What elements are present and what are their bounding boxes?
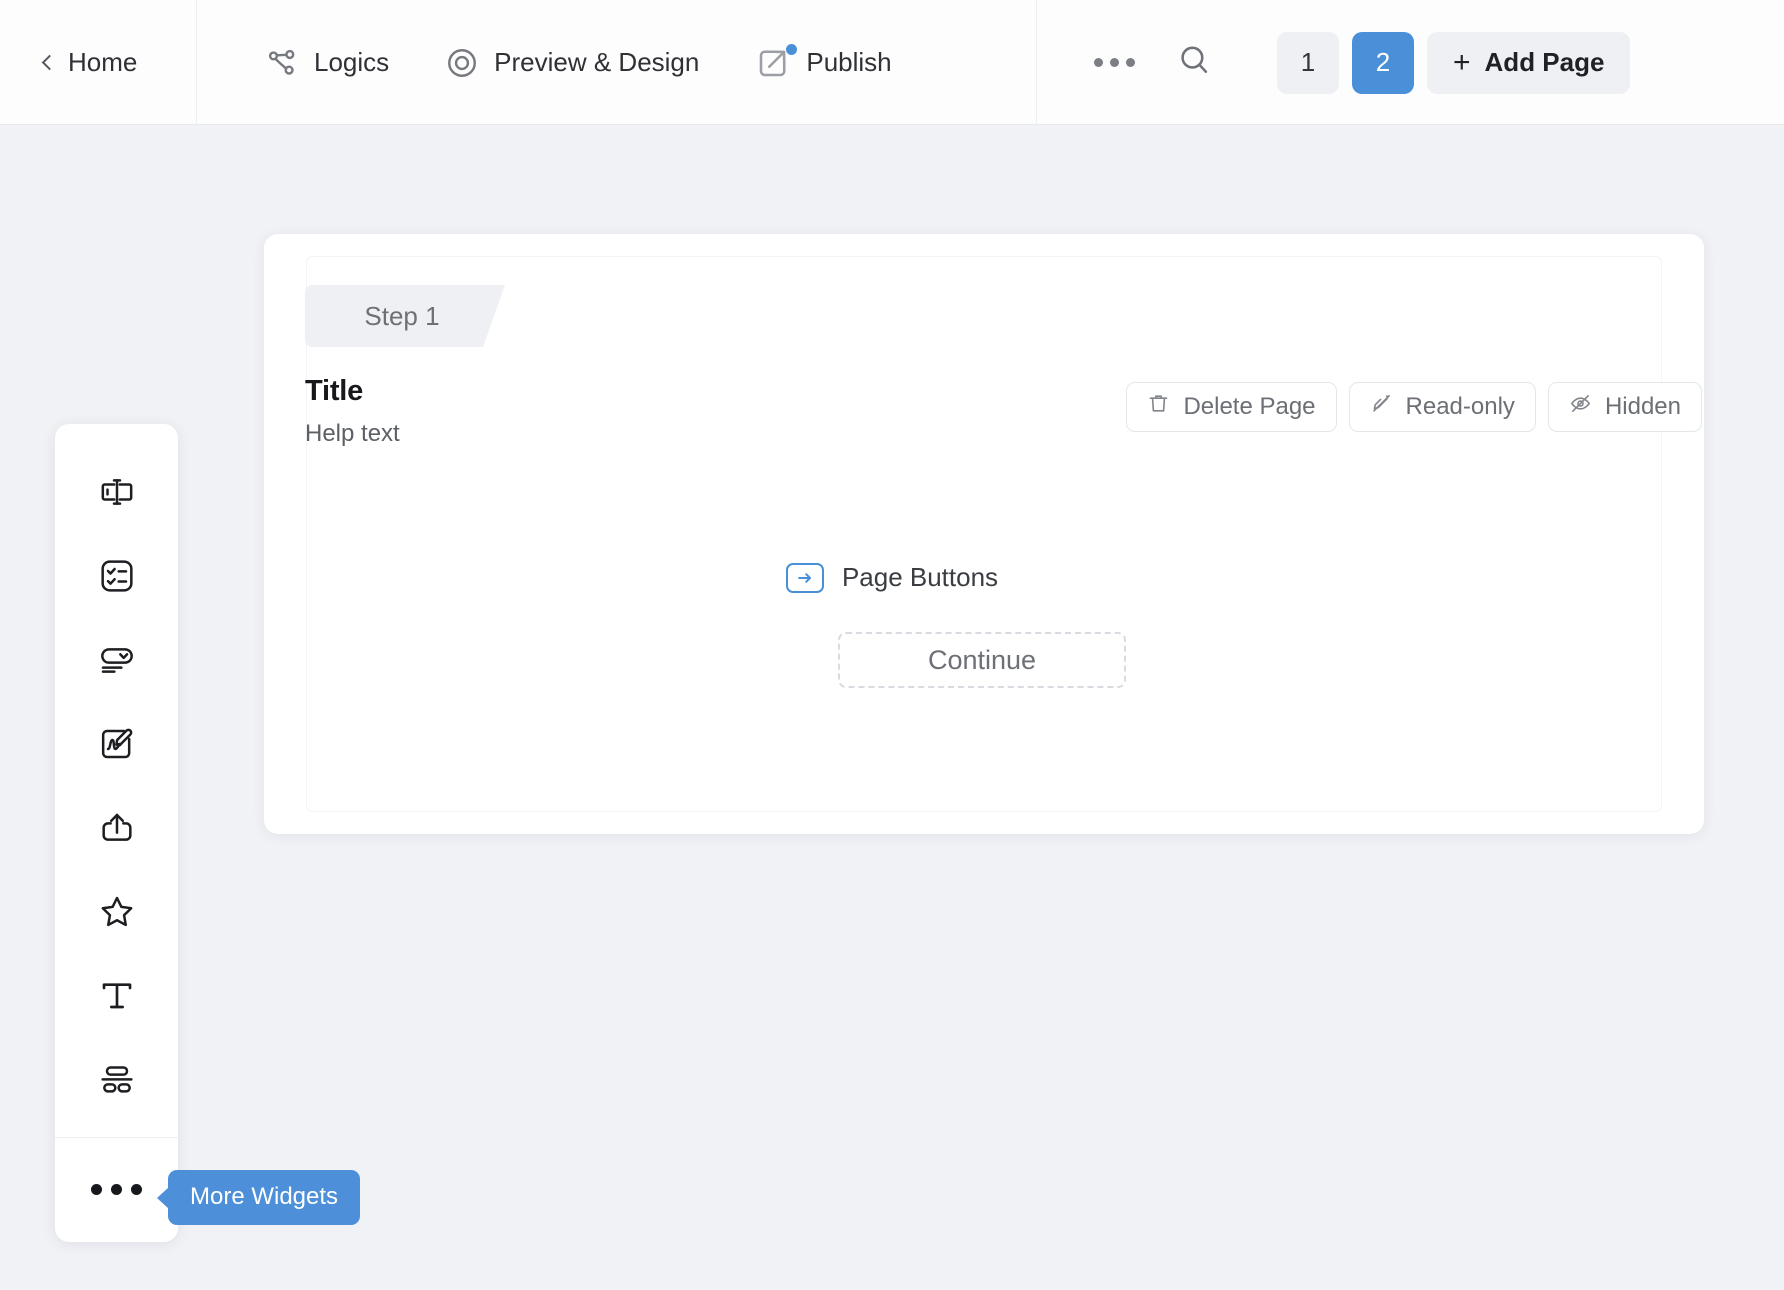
page-tab-2[interactable]: 2 <box>1352 31 1414 94</box>
delete-page-label: Delete Page <box>1183 393 1316 420</box>
page-canvas-inner <box>306 256 1662 812</box>
eye-off-icon <box>1569 392 1592 422</box>
add-page-label: Add Page <box>1484 47 1605 77</box>
widget-text-block[interactable] <box>55 956 178 1040</box>
step-badge[interactable]: Step 1 <box>305 285 505 347</box>
home-button[interactable]: Home <box>41 47 138 78</box>
widget-star-rating[interactable] <box>55 872 178 956</box>
signature-icon <box>97 724 137 769</box>
primary-nav: Logics Preview & Design Publish <box>197 0 1036 125</box>
layout-icon <box>97 1060 137 1105</box>
page-title[interactable]: Title <box>305 375 400 408</box>
search-icon <box>1175 41 1213 84</box>
home-zone: Home <box>0 0 196 125</box>
widget-signature[interactable] <box>55 704 178 788</box>
trash-icon <box>1147 392 1170 422</box>
page-title-block: Title Help text <box>305 375 400 448</box>
more-widgets-tooltip: More Widgets <box>168 1170 361 1225</box>
pen-off-icon <box>1370 392 1393 422</box>
more-horizontal-icon <box>91 1184 142 1196</box>
publish-notification-dot <box>786 43 798 55</box>
header-actions: 1 2 + Add Page <box>1037 0 1784 125</box>
nav-label-preview-design: Preview & Design <box>494 47 700 77</box>
chevron-left-icon <box>41 54 58 70</box>
text-input-icon <box>97 472 137 517</box>
widget-sidebar <box>55 424 178 1242</box>
nav-label-logics: Logics <box>314 47 390 77</box>
page-tab-1[interactable]: 1 <box>1277 31 1339 94</box>
plus-icon: + <box>1453 45 1471 79</box>
widget-layout[interactable] <box>55 1040 178 1124</box>
page-buttons-label-row: Page Buttons <box>0 562 1784 593</box>
read-only-button[interactable]: Read-only <box>1348 382 1536 432</box>
arrow-right-box-icon <box>785 562 824 593</box>
hidden-button[interactable]: Hidden <box>1547 382 1702 432</box>
upload-icon <box>97 808 137 853</box>
nav-item-preview-design[interactable]: Preview & Design <box>417 0 727 125</box>
logics-branch-icon <box>265 46 299 80</box>
delete-page-button[interactable]: Delete Page <box>1126 382 1337 432</box>
external-link-icon <box>755 43 798 81</box>
more-options-button[interactable] <box>1083 32 1145 94</box>
star-rating-icon <box>97 892 137 937</box>
nav-item-publish[interactable]: Publish <box>727 0 919 125</box>
nav-label-publish: Publish <box>806 47 892 77</box>
page-selector: 1 2 + Add Page <box>1277 31 1631 94</box>
nav-item-logics[interactable]: Logics <box>237 0 417 125</box>
search-button[interactable] <box>1163 32 1225 94</box>
dropdown-icon <box>97 640 137 685</box>
hidden-label: Hidden <box>1604 393 1681 420</box>
page-buttons-label: Page Buttons <box>841 562 999 592</box>
widget-text-input[interactable] <box>55 452 178 536</box>
top-toolbar: Home Logics Preview & Design Publish 1 2… <box>0 0 1784 125</box>
widget-upload[interactable] <box>55 788 178 872</box>
page-help-text[interactable]: Help text <box>305 420 400 448</box>
continue-button[interactable]: Continue <box>838 632 1126 688</box>
more-horizontal-icon <box>1093 58 1135 67</box>
widget-list <box>55 424 178 1124</box>
text-block-icon <box>97 976 137 1021</box>
home-label: Home <box>68 47 138 77</box>
add-page-button[interactable]: + Add Page <box>1427 31 1631 94</box>
widget-dropdown[interactable] <box>55 620 178 704</box>
read-only-label: Read-only <box>1405 393 1515 420</box>
eye-target-icon <box>445 46 479 80</box>
page-action-bar: Delete Page Read-only Hidden <box>1126 382 1702 432</box>
